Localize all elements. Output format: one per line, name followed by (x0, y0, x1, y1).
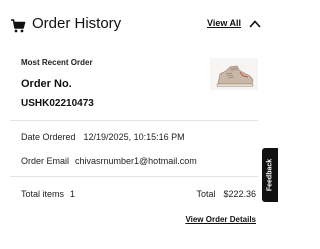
page-title: Order History (32, 15, 122, 32)
order-number-label: Order No. (21, 78, 72, 90)
order-email-label: Order Email (21, 156, 70, 166)
feedback-label: Feedback (266, 158, 274, 192)
shoe-thumbnail[interactable] (210, 58, 258, 90)
cart-icon (11, 19, 26, 33)
order-number-value: USHK02210473 (21, 98, 94, 109)
order-total-value: $222.36 (223, 189, 256, 199)
order-history-header: Order History View All (10, 15, 261, 46)
feedback-tab[interactable]: Feedback (262, 148, 278, 202)
chevron-up-icon[interactable] (249, 19, 261, 29)
view-all-link[interactable]: View All (207, 18, 241, 28)
divider (10, 120, 258, 121)
date-ordered-value: 12/19/2025, 10:15:16 PM (83, 132, 185, 142)
date-ordered-label: Date Ordered (21, 132, 76, 142)
order-email-value: chivasrnumber1@hotmail.com (75, 156, 197, 166)
view-order-details-link[interactable]: View Order Details (185, 215, 256, 224)
total-items-label: Total items (21, 189, 65, 199)
divider (10, 176, 258, 177)
order-email-row: Order Email chivasrnumber1@hotmail.com (21, 156, 197, 166)
order-total-label: Total (196, 189, 216, 199)
total-items-value: 1 (70, 189, 76, 199)
total-items-row: Total items 1 (21, 189, 75, 199)
date-ordered-row: Date Ordered 12/19/2025, 10:15:16 PM (21, 132, 185, 142)
order-total-row: Total $222.36 (196, 189, 256, 199)
most-recent-order-label: Most Recent Order (21, 58, 93, 67)
